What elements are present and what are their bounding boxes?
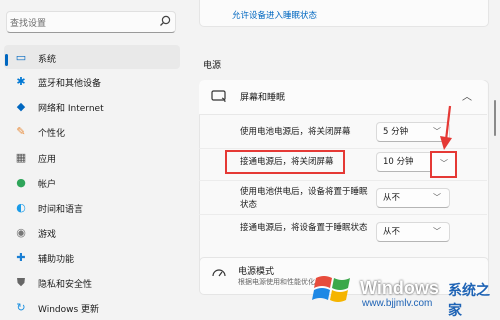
windows-logo-icon — [312, 276, 350, 302]
divider — [199, 214, 487, 215]
power-mode-title: 电源模式 — [238, 267, 275, 277]
person-icon: ● — [16, 176, 26, 189]
wifi-icon: ◆ — [16, 100, 26, 113]
chevron-up-icon[interactable]: ︿ — [462, 88, 472, 103]
sidebar-item-label: 游戏 — [38, 230, 57, 240]
watermark-url: www.bjjmlv.com — [362, 298, 433, 309]
row-label: 接通电源后，将设备置于睡眠状态 — [240, 223, 368, 233]
sidebar-item-label: 辅助功能 — [38, 255, 75, 265]
chevron-down-icon: ﹀ — [433, 227, 441, 236]
dropdown-value: 5 分钟 — [383, 127, 409, 137]
apps-icon: ▦ — [15, 151, 27, 164]
watermark-brand-cn: 系统之家 — [448, 283, 490, 319]
sidebar-item-3[interactable] — [4, 119, 180, 143]
allow-sleep-link[interactable]: 允许设备进入睡眠状态 — [232, 9, 317, 21]
sidebar-item-label: 个性化 — [38, 129, 66, 139]
accessibility-icon: ✚ — [16, 251, 26, 264]
sidebar-item-4[interactable] — [4, 145, 180, 169]
sidebar-item-8[interactable] — [4, 245, 180, 269]
plugged-sleep-dropdown[interactable]: 从不 ﹀ — [376, 222, 450, 242]
sidebar-item-6[interactable] — [4, 195, 180, 219]
sidebar-item-label: 帐户 — [38, 180, 57, 190]
screen-sleep-icon — [211, 90, 226, 103]
sidebar-item-7[interactable] — [4, 220, 180, 244]
battery-sleep-dropdown[interactable]: 从不 ﹀ — [376, 188, 450, 208]
row-label: 使用电池供电后，设备将置于睡眠状态 — [240, 187, 368, 210]
sidebar-item-label: 隐私和安全性 — [38, 280, 93, 290]
sidebar-item-label: 蓝牙和其他设备 — [38, 79, 102, 89]
gamepad-icon: ◉ — [16, 226, 26, 239]
divider — [199, 180, 487, 181]
sidebar-item-label: 时间和语言 — [38, 205, 84, 215]
sidebar-item-0[interactable] — [4, 45, 180, 69]
sidebar-item-5[interactable] — [4, 170, 180, 194]
sidebar-item-label: Windows 更新 — [38, 305, 100, 315]
search-input[interactable]: 查找设置 — [10, 16, 46, 29]
monitor-icon: ▭ — [15, 51, 27, 64]
bluetooth-icon: ✱ — [16, 75, 26, 88]
row-label: 使用电池电源后，将关闭屏幕 — [240, 127, 351, 137]
globe-clock-icon: ◐ — [16, 201, 26, 214]
shield-icon: ⛊ — [16, 276, 26, 289]
dropdown-value: 10 分钟 — [383, 157, 414, 167]
sidebar-item-label: 系统 — [38, 55, 57, 65]
screen-sleep-title: 屏幕和睡眠 — [240, 93, 286, 103]
selected-indicator — [5, 54, 8, 66]
highlight-box-chevron[interactable]: ﹀ — [430, 151, 457, 178]
dropdown-value: 从不 — [383, 193, 401, 203]
section-title-power: 电源 — [203, 61, 222, 71]
chevron-down-icon: ﹀ — [440, 159, 448, 168]
chevron-down-icon: ﹀ — [433, 193, 441, 202]
power-mode-icon — [212, 269, 226, 277]
scrollbar[interactable] — [494, 100, 496, 136]
row-label: 接通电源后，将关闭屏幕 — [240, 157, 334, 167]
arrow-annotation — [440, 105, 452, 150]
sidebar-item-label: 网络和 Internet — [38, 104, 104, 114]
sync-icon: ↻ — [16, 301, 26, 314]
watermark-brand: Windows — [360, 278, 439, 298]
brush-icon: ✎ — [16, 125, 26, 138]
dropdown-value: 从不 — [383, 227, 401, 237]
search-icon — [160, 15, 171, 26]
sidebar-item-label: 应用 — [38, 155, 57, 165]
